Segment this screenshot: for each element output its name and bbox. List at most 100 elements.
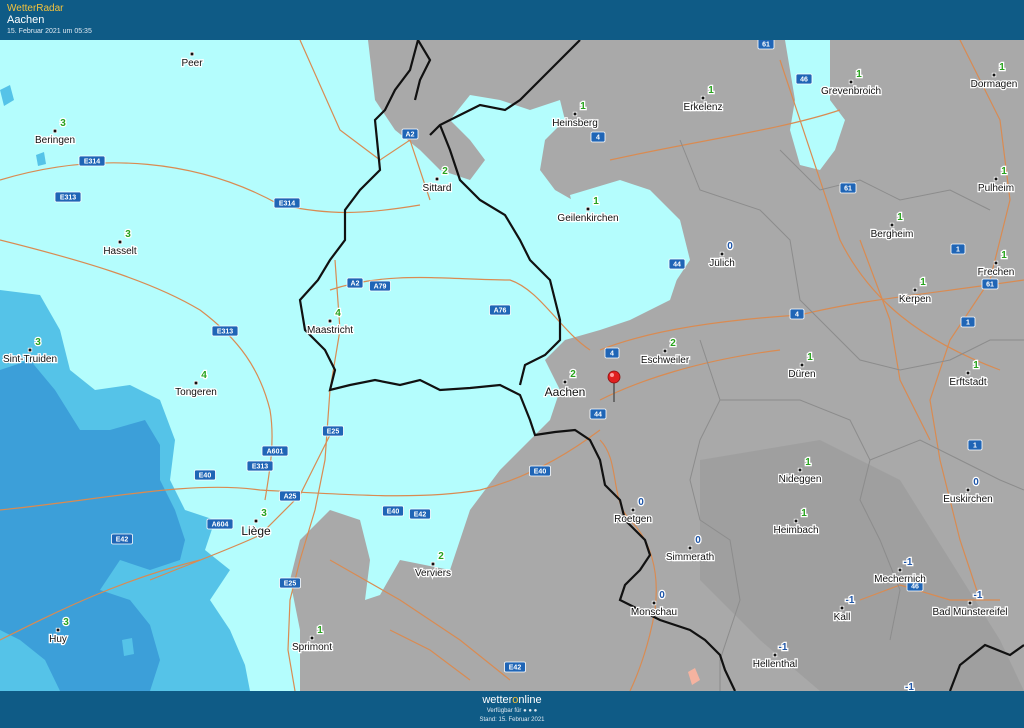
city-name: Hasselt — [103, 246, 137, 257]
road-shield: E42 — [504, 661, 526, 673]
city-name: Heinsberg — [552, 118, 598, 129]
road-shield-label: E25 — [284, 581, 297, 588]
city-name: Monschau — [631, 607, 677, 618]
city-dot — [651, 600, 657, 606]
city-dot — [848, 79, 854, 85]
road-shield-label: 61 — [844, 186, 852, 193]
city-dot — [772, 652, 778, 658]
road-shield: A79 — [369, 280, 391, 292]
city-name: Jülich — [709, 258, 735, 269]
road-shield: A2 — [401, 128, 419, 140]
city-name: Bergheim — [871, 229, 914, 240]
precip-value: 2 — [570, 369, 576, 380]
precip-value: 4 — [335, 308, 341, 319]
city-name: Frechen — [978, 267, 1015, 278]
brand-logo: wetteronline — [0, 694, 1024, 706]
road-shield: 4 — [604, 347, 620, 359]
road-shield-label: 1 — [956, 247, 960, 254]
city-name: Sittard — [423, 183, 452, 194]
road-shield-label: E313 — [217, 329, 233, 336]
road-shield-label: E40 — [387, 509, 400, 516]
road-shield-label: 1 — [973, 443, 977, 450]
city-name: Maastricht — [307, 325, 353, 336]
road-shield-label: A76 — [494, 308, 507, 315]
city-name: Huy — [49, 634, 67, 645]
road-shield-label: E42 — [414, 512, 427, 519]
road-shield: 44 — [589, 408, 607, 420]
precip-value: 2 — [442, 166, 448, 177]
precip-value: -1 — [846, 595, 855, 606]
precip-value: 3 — [35, 337, 41, 348]
city-dot — [27, 347, 33, 353]
precip-value: 1 — [897, 212, 903, 223]
road-shield: E313 — [54, 191, 82, 203]
radar-map[interactable]: A2 E314 E313 E314 A2 A79 A76 E313 A601 E313 E25 E40… — [0, 40, 1024, 691]
precip-value: 2 — [438, 551, 444, 562]
road-shield-label: 61 — [762, 42, 770, 49]
road-shield: A76 — [489, 304, 511, 316]
precip-value: 2 — [670, 338, 676, 349]
road-shield-label: 61 — [986, 282, 994, 289]
city-dot — [799, 362, 805, 368]
city-dot — [912, 287, 918, 293]
road-shield: E25 — [279, 577, 301, 589]
road-shield-label: 44 — [673, 262, 681, 269]
city-name: Aachen — [545, 385, 586, 399]
road-shield: 61 — [981, 278, 999, 290]
road-shield-label: 46 — [800, 77, 808, 84]
city-dot — [965, 370, 971, 376]
city-dot — [430, 561, 436, 567]
city-name: Grevenbroich — [821, 86, 881, 97]
road-shield-label: E42 — [116, 537, 129, 544]
precip-value: -1 — [904, 557, 913, 568]
city-dot — [630, 507, 636, 513]
road-shield: E40 — [194, 469, 216, 481]
precip-value: 1 — [708, 85, 714, 96]
road-shield: E40 — [382, 505, 404, 517]
road-shield: A604 — [206, 518, 234, 530]
city-name: Simmerath — [666, 552, 714, 563]
road-shield-label: E40 — [199, 473, 212, 480]
road-shield-label: A601 — [267, 449, 284, 456]
city-name: Düren — [788, 369, 815, 380]
city-dot — [193, 380, 199, 386]
road-shield-label: A604 — [212, 522, 229, 529]
precip-value: 3 — [261, 508, 267, 519]
city-dot — [662, 348, 668, 354]
road-shield: A601 — [261, 445, 289, 457]
app-header: WetterRadar Aachen 15. Februar 2021 um 0… — [0, 0, 1024, 40]
road-shield: E314 — [273, 197, 301, 209]
city-name: Heimbach — [773, 525, 818, 536]
road-shield: E313 — [211, 325, 239, 337]
road-shield: 1 — [960, 316, 976, 328]
road-shield: 4 — [789, 308, 805, 320]
precip-value: 1 — [593, 196, 599, 207]
precip-value: 0 — [695, 535, 701, 546]
road-shield: E40 — [529, 465, 551, 477]
city-dot — [189, 51, 195, 57]
map-canvas[interactable]: A2 E314 E313 E314 A2 A79 A76 E313 A601 E313 E25 E40… — [0, 40, 1024, 691]
road-shield: E42 — [111, 533, 133, 545]
road-shield-label: E25 — [327, 429, 340, 436]
city-dot — [52, 128, 58, 134]
precip-value: 1 — [999, 62, 1005, 73]
city-name: Liège — [241, 524, 271, 538]
city-name: Beringen — [35, 135, 75, 146]
stand-text: Stand: 15. Februar 2021 — [479, 717, 545, 723]
city-name: Mechernich — [874, 574, 926, 585]
precip-value: 1 — [801, 508, 807, 519]
precip-value: 1 — [580, 101, 586, 112]
road-shield: 44 — [668, 258, 686, 270]
precip-value: 3 — [125, 229, 131, 240]
road-shield-label: 4 — [610, 351, 614, 358]
road-shield: 61 — [839, 182, 857, 194]
precip-value: 1 — [920, 277, 926, 288]
city-dot — [55, 627, 61, 633]
road-shield-label: 4 — [596, 135, 600, 142]
city-dot — [839, 605, 845, 611]
city-dot — [793, 518, 799, 524]
precip-value: 1 — [973, 360, 979, 371]
precip-value: 1 — [1001, 166, 1007, 177]
city-name: Roetgen — [614, 514, 652, 525]
timestamp: 15. Februar 2021 um 05:35 — [7, 28, 92, 35]
